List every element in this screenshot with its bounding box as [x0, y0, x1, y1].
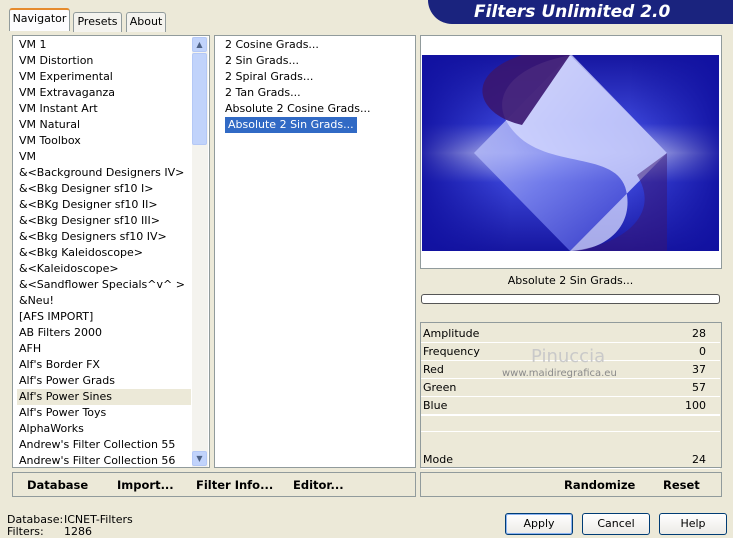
cancel-button[interactable]: Cancel	[582, 513, 650, 535]
progress-bar	[421, 294, 720, 304]
category-item[interactable]: VM 1	[17, 37, 191, 53]
param-value: 0	[699, 345, 706, 358]
category-list[interactable]: VM 1 VM Distortion VM Experimental VM Extra…	[17, 37, 191, 469]
param-row[interactable]: Blue 100	[421, 397, 720, 415]
category-item[interactable]: &<Bkg Kaleidoscope>	[17, 245, 191, 261]
category-scrollbar[interactable]: ▲ ▼	[192, 37, 208, 467]
filters-value: 1286	[64, 525, 92, 538]
category-item[interactable]: VM Instant Art	[17, 101, 191, 117]
category-item[interactable]: &<Kaleidoscope>	[17, 261, 191, 277]
category-item[interactable]: AB Filters 2000	[17, 325, 191, 341]
app-title: Filters Unlimited 2.0	[474, 2, 671, 22]
scroll-down-button[interactable]: ▼	[192, 451, 207, 466]
tab-about[interactable]: About	[126, 12, 166, 32]
randomize-button[interactable]: Randomize	[564, 478, 635, 492]
category-item[interactable]: VM Natural	[17, 117, 191, 133]
scroll-up-button[interactable]: ▲	[192, 37, 207, 52]
mode-label: Mode	[423, 453, 453, 466]
category-item[interactable]: VM Distortion	[17, 53, 191, 69]
filter-item-label: Absolute 2 Cosine Grads...	[225, 102, 371, 115]
watermark-url: www.maidiregrafica.eu	[502, 368, 617, 379]
preview-image	[422, 55, 719, 251]
filter-item-label: 2 Cosine Grads...	[225, 38, 319, 51]
category-item[interactable]: VM Experimental	[17, 69, 191, 85]
tab-presets[interactable]: Presets	[73, 12, 122, 32]
category-item[interactable]: VM	[17, 149, 191, 165]
param-value: 37	[692, 363, 706, 376]
category-item[interactable]: Alf's Border FX	[17, 357, 191, 373]
param-name: Green	[423, 381, 457, 394]
param-row[interactable]: Amplitude 28	[421, 325, 720, 343]
filter-item-label: Absolute 2 Sin Grads...	[225, 117, 357, 133]
filter-item[interactable]: 2 Tan Grads...	[223, 85, 413, 101]
param-name: Frequency	[423, 345, 480, 358]
mode-value: 24	[692, 453, 706, 466]
watermark-name: Pinuccia	[531, 346, 606, 367]
param-name: Amplitude	[423, 327, 480, 340]
category-item[interactable]: &<Bkg Designer sf10 III>	[17, 213, 191, 229]
filter-item-label: 2 Tan Grads...	[225, 86, 301, 99]
filter-item-label: 2 Sin Grads...	[225, 54, 299, 67]
category-item[interactable]: &<BKg Designer sf10 II>	[17, 197, 191, 213]
filter-item[interactable]: 2 Spiral Grads...	[223, 69, 413, 85]
filter-item[interactable]: 2 Cosine Grads...	[223, 37, 413, 53]
category-item[interactable]: &<Bkg Designer sf10 I>	[17, 181, 191, 197]
reset-button[interactable]: Reset	[663, 478, 700, 492]
param-value: 57	[692, 381, 706, 394]
filter-item[interactable]: 2 Sin Grads...	[223, 53, 413, 69]
category-item[interactable]: &<Bkg Designers sf10 IV>	[17, 229, 191, 245]
param-row[interactable]: Green 57	[421, 379, 720, 397]
category-item[interactable]: AlphaWorks	[17, 421, 191, 437]
param-value: 100	[685, 399, 706, 412]
editor-button[interactable]: Editor...	[293, 478, 344, 492]
filter-item[interactable]: Absolute 2 Cosine Grads...	[223, 101, 413, 117]
category-item[interactable]: VM Toolbox	[17, 133, 191, 149]
param-name: Blue	[423, 399, 448, 412]
category-item[interactable]: [AFS IMPORT]	[17, 309, 191, 325]
filter-info-button[interactable]: Filter Info...	[196, 478, 273, 492]
apply-button[interactable]: Apply	[505, 513, 573, 535]
category-item[interactable]: Alf's Power Grads	[17, 373, 191, 389]
filter-list[interactable]: 2 Cosine Grads... 2 Sin Grads... 2 Spiral …	[223, 37, 413, 237]
preview-filter-name: Absolute 2 Sin Grads...	[421, 270, 720, 292]
category-item[interactable]: &Neu!	[17, 293, 191, 309]
category-item[interactable]: &<Sandflower Specials^v^ >	[17, 277, 191, 293]
category-item[interactable]: &<Background Designers IV>	[17, 165, 191, 181]
tab-navigator[interactable]: Navigator	[9, 8, 70, 31]
help-button[interactable]: Help	[659, 513, 727, 535]
category-item[interactable]: AFH	[17, 341, 191, 357]
category-item[interactable]: VM Extravaganza	[17, 85, 191, 101]
filter-item-label: 2 Spiral Grads...	[225, 70, 314, 83]
scroll-thumb[interactable]	[192, 53, 207, 145]
empty-param-row	[421, 415, 720, 432]
database-button[interactable]: Database	[27, 478, 88, 492]
param-name: Red	[423, 363, 444, 376]
category-item[interactable]: Andrew's Filter Collection 56	[17, 453, 191, 469]
category-item[interactable]: Alf's Power Toys	[17, 405, 191, 421]
filters-label: Filters:	[7, 525, 44, 538]
mode-row[interactable]: Mode 24	[421, 451, 720, 469]
import-button[interactable]: Import...	[117, 478, 174, 492]
category-item[interactable]: Alf's Power Sines	[17, 389, 191, 405]
param-value: 28	[692, 327, 706, 340]
category-item[interactable]: Andrew's Filter Collection 55	[17, 437, 191, 453]
filter-item[interactable]: Absolute 2 Sin Grads...	[223, 117, 413, 133]
